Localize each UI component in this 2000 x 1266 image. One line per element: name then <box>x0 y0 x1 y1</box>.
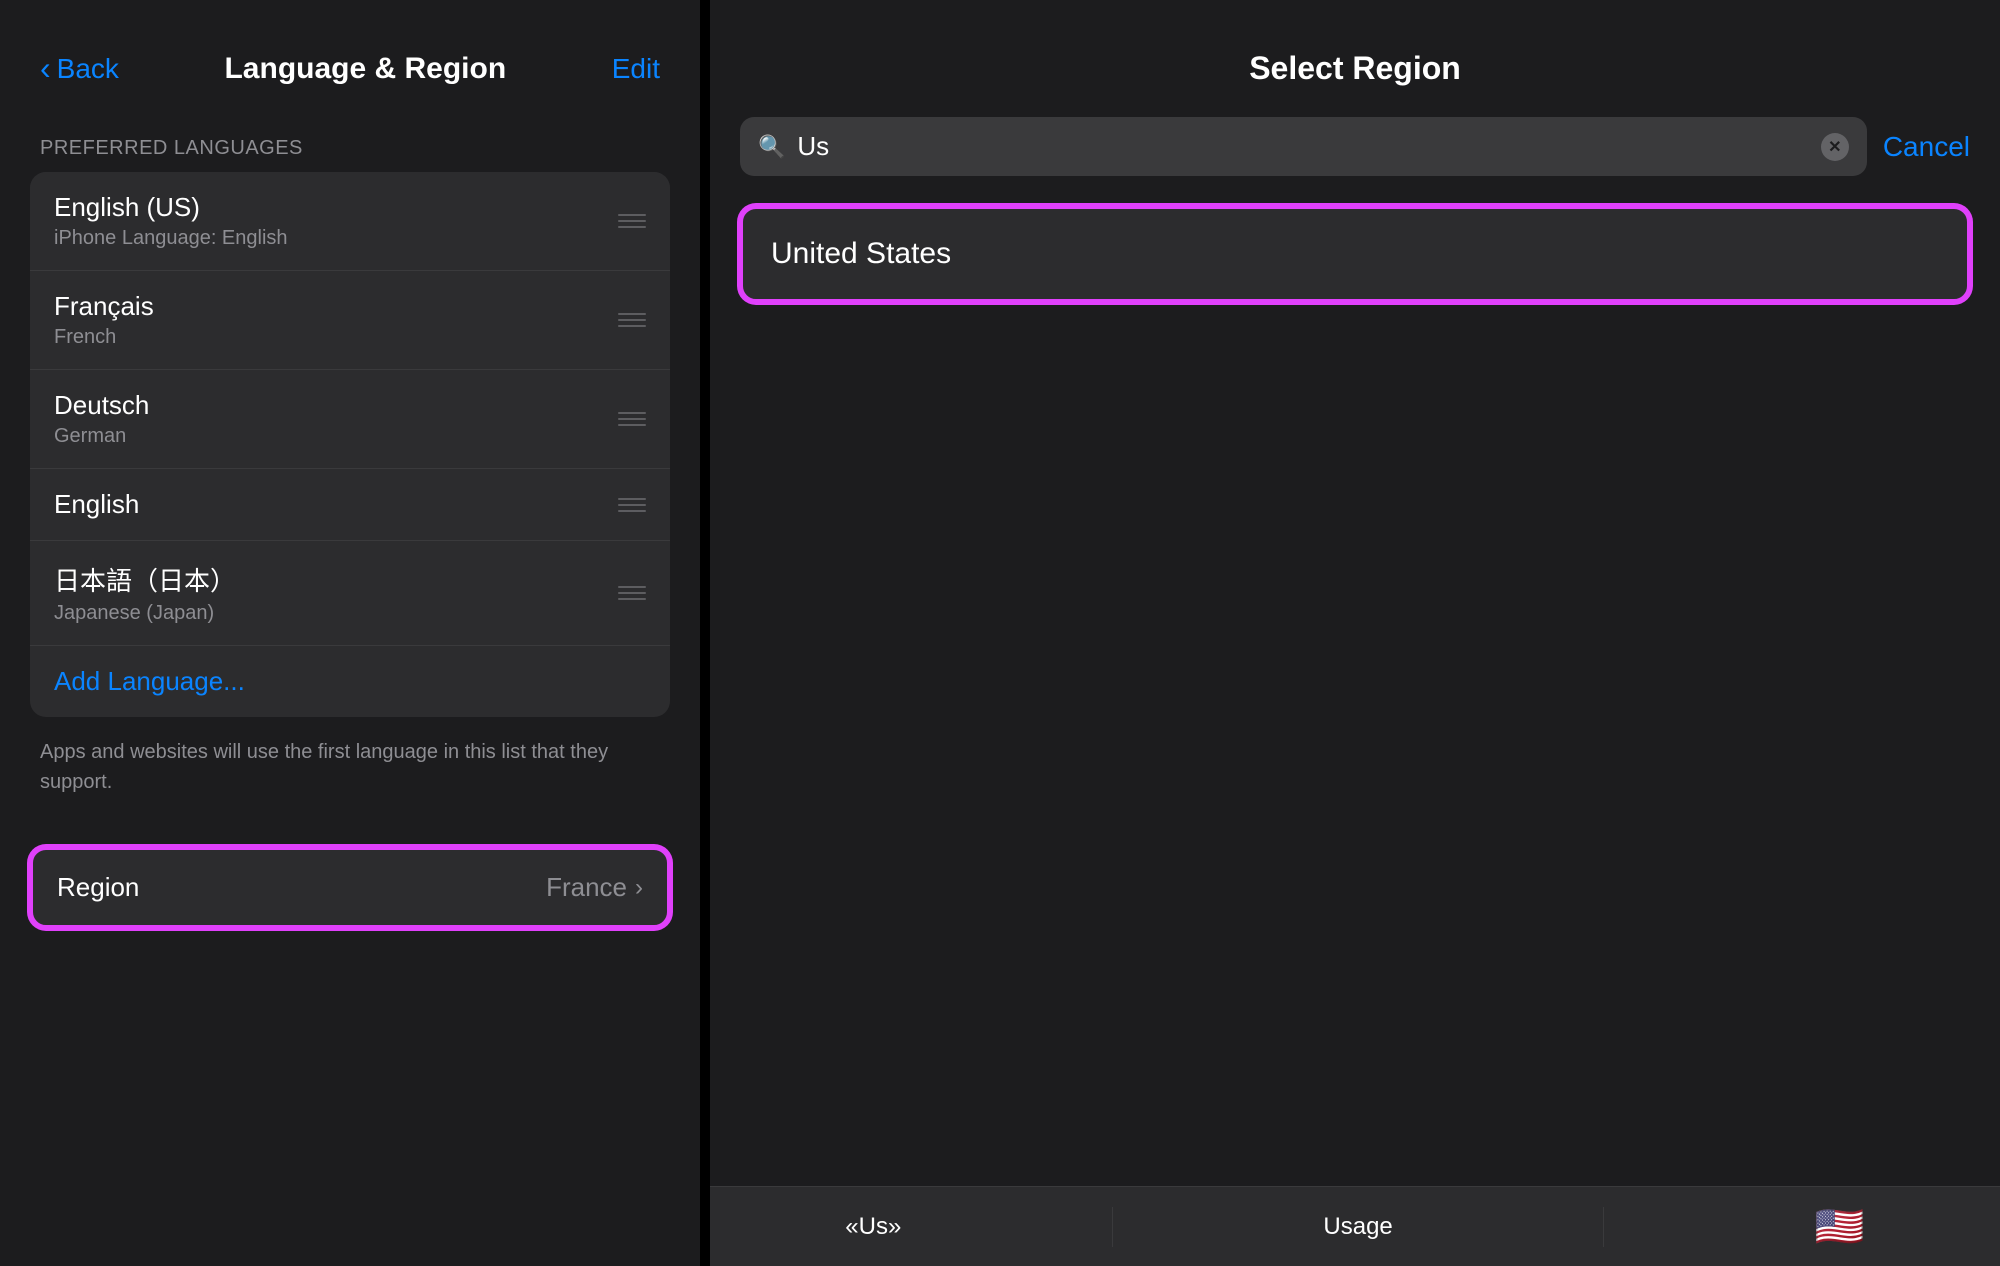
back-button[interactable]: ‹ Back <box>40 50 119 87</box>
language-info: 日本語（日本） Japanese (Japan) <box>54 561 236 625</box>
region-value: France <box>546 872 627 903</box>
chevron-left-icon: ‹ <box>40 50 51 87</box>
language-info: English (US) iPhone Language: English <box>54 192 288 250</box>
result-text: United States <box>771 237 951 270</box>
page-title: Language & Region <box>224 52 506 86</box>
keyboard-suggestion-1[interactable]: «Us» <box>845 1213 901 1241</box>
footer-text: Apps and websites will use the first lan… <box>0 717 700 817</box>
search-input[interactable] <box>797 131 1808 162</box>
language-sub: German <box>54 425 149 448</box>
search-bar: 🔍 Cancel <box>710 107 2000 196</box>
list-item[interactable]: English <box>30 469 670 541</box>
back-label: Back <box>57 53 119 85</box>
left-panel: ‹ Back Language & Region Edit PREFERRED … <box>0 0 700 1266</box>
right-header: Select Region <box>710 0 2000 107</box>
region-row[interactable]: Region France › <box>30 847 670 928</box>
add-language-label: Add Language... <box>54 666 245 697</box>
language-name: 日本語（日本） <box>54 561 236 598</box>
list-item[interactable]: Français French <box>30 271 670 370</box>
keyboard-separator <box>1603 1207 1604 1247</box>
clear-search-button[interactable] <box>1821 133 1849 161</box>
drag-handle-icon[interactable] <box>618 586 646 600</box>
result-item-united-states[interactable]: United States <box>740 206 1970 302</box>
region-label: Region <box>57 872 139 903</box>
region-value-wrap: France › <box>546 872 643 903</box>
language-info: Deutsch German <box>54 390 149 448</box>
add-language-button[interactable]: Add Language... <box>30 646 670 717</box>
list-item[interactable]: English (US) iPhone Language: English <box>30 172 670 271</box>
language-sub: iPhone Language: English <box>54 227 288 250</box>
select-region-title: Select Region <box>1249 50 1461 86</box>
edit-button[interactable]: Edit <box>612 53 660 85</box>
drag-handle-icon[interactable] <box>618 313 646 327</box>
panel-divider <box>700 0 710 1266</box>
search-input-container[interactable]: 🔍 <box>740 117 1867 176</box>
language-name: English <box>54 489 139 520</box>
list-item[interactable]: Deutsch German <box>30 370 670 469</box>
drag-handle-icon[interactable] <box>618 412 646 426</box>
keyboard-suggestion-bar: «Us» Usage 🇺🇸 <box>710 1186 2000 1266</box>
language-list: English (US) iPhone Language: English Fr… <box>30 172 670 717</box>
language-name: English (US) <box>54 192 288 223</box>
language-info: English <box>54 489 139 520</box>
search-icon: 🔍 <box>758 134 785 160</box>
nav-bar: ‹ Back Language & Region Edit <box>0 0 700 107</box>
keyboard-suggestion-3[interactable]: 🇺🇸 <box>1815 1203 1865 1250</box>
preferred-languages-label: PREFERRED LANGUAGES <box>0 107 700 172</box>
drag-handle-icon[interactable] <box>618 498 646 512</box>
search-results: United States <box>710 196 2000 1186</box>
chevron-right-icon: › <box>635 874 643 902</box>
language-sub: French <box>54 326 154 349</box>
language-info: Français French <box>54 291 154 349</box>
drag-handle-icon[interactable] <box>618 214 646 228</box>
cancel-button[interactable]: Cancel <box>1883 131 1970 163</box>
keyboard-separator <box>1112 1207 1113 1247</box>
right-panel: Select Region 🔍 Cancel United States «Us… <box>710 0 2000 1266</box>
language-name: Deutsch <box>54 390 149 421</box>
language-sub: Japanese (Japan) <box>54 602 236 625</box>
language-name: Français <box>54 291 154 322</box>
region-section: Region France › <box>30 847 670 928</box>
keyboard-suggestion-2[interactable]: Usage <box>1323 1213 1392 1241</box>
list-item[interactable]: 日本語（日本） Japanese (Japan) <box>30 541 670 646</box>
